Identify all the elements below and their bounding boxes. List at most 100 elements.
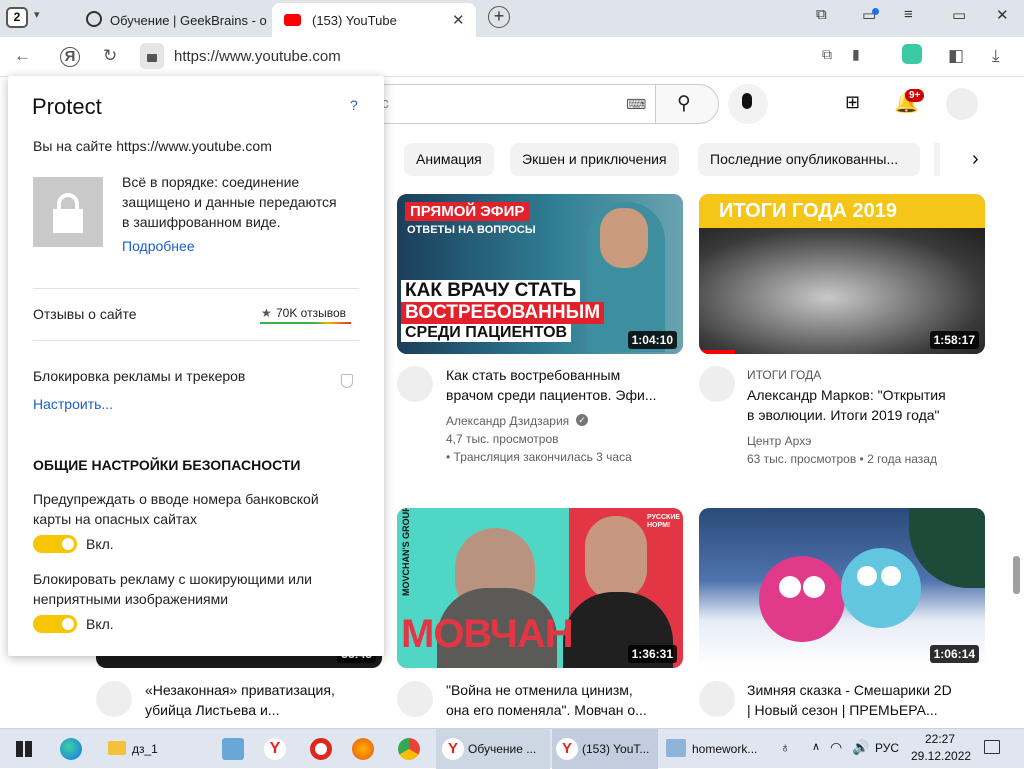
minimize-icon[interactable]: ▭ [952,6,966,24]
page-scrollbar[interactable] [1013,556,1020,594]
thumb-text: ИТОГИ ГОДА 2019 [719,200,898,222]
channel-avatar[interactable] [397,681,433,717]
translate-icon[interactable]: ⧉ [822,46,832,63]
chip-action[interactable]: Экшен и приключения [510,143,679,176]
video-thumbnail[interactable]: MOVCHAN'S GROUP МОВЧАН РУССКИЕ НОРМ! 1:3… [397,508,683,668]
video-title[interactable]: Как стать востребованным [446,365,676,385]
collections-icon[interactable]: ◧ [948,46,964,66]
notifications-icon[interactable] [984,740,1000,754]
download-icon[interactable]: ⤓ [992,46,1000,66]
thumb-text: КАК ВРАЧУ СТАТЬ [401,280,581,302]
tab-count-button[interactable]: 2 [6,7,28,28]
clock-date[interactable]: 29.12.2022 [911,749,971,763]
bank-card-warning-toggle[interactable] [33,535,77,553]
video-thumbnail[interactable]: ИТОГИ ГОДА 2019 1:58:17 [699,194,985,354]
windows-start-icon[interactable] [16,741,32,757]
taskbar-yandex-window-1[interactable]: Y Обучение ... [436,729,550,769]
keyboard-icon[interactable]: ⌨ [626,96,646,113]
menu-icon[interactable]: ≡ [904,6,913,23]
create-video-icon[interactable]: ⊞ [845,92,860,113]
notepad-icon [666,739,686,757]
tab-title: Обучение | GeekBrains - о [110,13,267,28]
video-title-line2[interactable]: врачом среди пациентов. Эфи... [446,385,676,405]
status-text: Всё в порядке: соединение [122,174,300,190]
configure-link[interactable]: Настроить... [33,396,113,412]
video-duration: 1:36:31 [627,645,677,663]
chip-recent[interactable]: Последние опубликованны... [698,143,920,176]
video-title-line2[interactable]: в эволюции. Итоги 2019 года" [747,405,977,425]
url-field[interactable]: https://www.youtube.com [174,48,341,65]
more-info-link[interactable]: Подробнее [122,238,195,254]
close-window-icon[interactable]: ✕ [996,6,1009,24]
chrome-icon[interactable] [398,738,420,760]
video-title[interactable]: "Война не отменила цинизм, [446,680,676,700]
help-icon[interactable]: ? [350,97,358,113]
taskbar-yandex-window-2[interactable]: Y (153) YouT... [552,729,658,769]
chevron-right-icon[interactable]: › [972,148,979,171]
new-tab-button[interactable]: + [488,6,510,28]
video-title[interactable]: Александр Марков: "Открытия [747,385,977,405]
back-icon[interactable]: ← [14,46,31,66]
account-avatar[interactable] [946,88,978,120]
status-text: защищено и данные передаются [122,194,337,210]
channel-avatar[interactable] [699,366,735,402]
video-thumbnail[interactable]: 1:06:14 [699,508,985,668]
video-title-line2[interactable]: она его поменяла". Мовчан о... [446,700,676,720]
video-duration: 1:58:17 [929,331,979,349]
voice-search-button[interactable] [728,84,768,124]
magnifier-icon[interactable] [222,738,244,760]
video-title-line2[interactable]: | Новый сезон | ПРЕМЬЕРА... [747,700,977,720]
person-figure [585,516,647,600]
taskbar-homework[interactable]: homework... [662,729,768,769]
clock-time[interactable]: 22:27 [925,732,955,746]
yandex-icon[interactable]: Я [60,47,80,67]
video-title[interactable]: «Незаконная» приватизация, [145,680,375,700]
search-input[interactable]: ос ⌨ [360,84,656,124]
close-tab-icon[interactable]: ✕ [452,11,465,29]
edge-icon[interactable] [60,738,82,760]
tab-youtube[interactable]: (153) YouTube ✕ [272,3,476,37]
eye [803,576,825,598]
lock-button[interactable] [140,43,164,69]
notification-dot [872,8,879,15]
shocking-ads-toggle[interactable] [33,615,77,633]
thumb-text: MOVCHAN'S GROUP [401,508,411,596]
chevron-down-icon[interactable]: ▾ [34,8,40,21]
search-button[interactable]: ⚲ [655,84,719,124]
video-thumbnail[interactable]: ПРЯМОЙ ЭФИР ОТВЕТЫ НА ВОПРОСЫ КАК ВРАЧУ … [397,194,683,354]
people-icon[interactable]: ♁ [780,739,791,755]
taskbar-label: дз_1 [132,742,158,756]
reload-icon[interactable]: ↻ [103,46,117,66]
protect-title: Protect [32,94,102,119]
thumb-text: РУССКИЕ НОРМ! [647,514,681,529]
video-title[interactable]: Зимняя сказка - Смешарики 2D [747,680,977,700]
channel-avatar[interactable] [397,366,433,402]
tree-branch [909,508,985,588]
network-icon[interactable]: ◠ [830,739,842,756]
channel-avatar[interactable] [699,681,735,717]
chevron-up-icon[interactable]: ∧ [812,740,820,753]
lock-illustration [33,177,103,247]
yandex-browser-icon[interactable]: Y [264,738,286,760]
bookmarks-icon[interactable]: ⧉ [816,6,827,23]
bookmark-icon[interactable]: ▮ [852,46,860,63]
tab-geekbrains[interactable]: Обучение | GeekBrains - о [72,3,304,37]
volume-icon[interactable]: 🔊 [852,739,869,756]
toggle-state: Вкл. [86,536,114,552]
opera-icon[interactable] [310,738,332,760]
lock-icon [147,54,157,62]
youtube-icon [284,14,301,26]
taskbar: дз_1 Y Y Обучение ... Y (153) YouT... ho… [0,728,1024,769]
taskbar-folder[interactable]: дз_1 [100,729,218,769]
channel-name[interactable]: Центр Архэ [747,432,987,450]
channel-avatar[interactable] [96,681,132,717]
channel-name[interactable]: Александр Дзидзария [446,412,686,430]
extension-icon[interactable] [902,44,922,64]
firefox-icon[interactable] [352,738,374,760]
video-title-line2[interactable]: убийца Листьева и... [145,700,375,720]
language-indicator[interactable]: РУС [875,741,899,755]
face [600,208,648,268]
chip-animation[interactable]: Анимация [404,143,494,176]
reviews-count[interactable]: 70K отзывов [276,306,346,320]
yandex-browser-icon: Y [442,738,464,760]
